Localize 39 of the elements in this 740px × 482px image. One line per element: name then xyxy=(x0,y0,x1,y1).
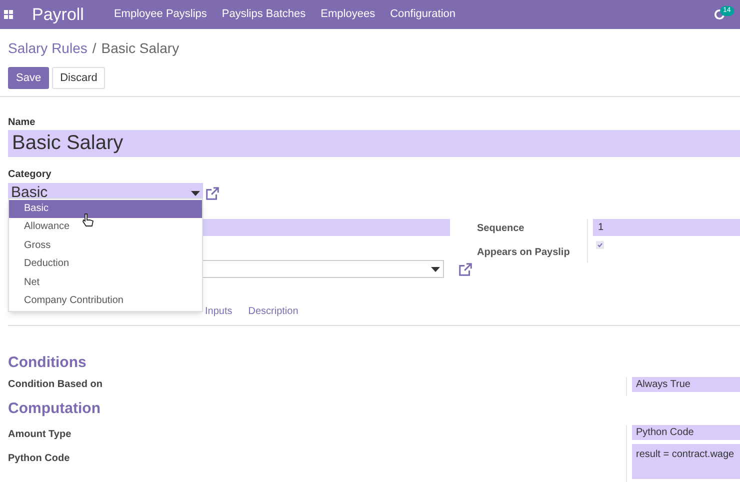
breadcrumb-current: Basic Salary xyxy=(101,39,180,58)
external-link-icon[interactable] xyxy=(458,262,473,276)
field-label: Condition Based on xyxy=(8,378,104,392)
apps-menu-icon[interactable] xyxy=(4,10,13,19)
field-label: Python Code xyxy=(8,452,71,466)
python-code-field[interactable]: result = contract.wage xyxy=(632,444,740,479)
field-label: Appears on Payslip xyxy=(477,246,571,260)
payslip-checkbox[interactable] xyxy=(596,241,604,249)
field-label: Category xyxy=(8,168,52,182)
breadcrumb-link[interactable]: Salary Rules xyxy=(8,38,88,59)
external-link-icon[interactable] xyxy=(205,186,220,201)
caret-icon xyxy=(431,266,440,272)
menu-link[interactable]: Configuration xyxy=(390,6,456,23)
save-button[interactable]: Save xyxy=(8,67,50,89)
menu-link[interactable]: Payslips Batches xyxy=(222,6,306,23)
sequence-field[interactable]: 1 xyxy=(593,219,740,236)
condition-select[interactable]: Always True xyxy=(632,376,740,392)
section-title: Computation xyxy=(8,398,102,418)
name-field[interactable]: Basic Salary xyxy=(8,130,740,157)
section-title: Conditions xyxy=(8,353,88,373)
tab[interactable]: Description xyxy=(243,304,304,325)
hand-cursor-icon xyxy=(82,213,94,227)
menu-link[interactable]: Employee Payslips xyxy=(114,6,207,23)
field-label: Name xyxy=(8,116,36,130)
dropdown-option[interactable]: Company Contribution xyxy=(9,292,202,310)
breadcrumb-separator: / xyxy=(92,39,96,58)
dropdown-option[interactable]: Net xyxy=(9,274,202,292)
tab[interactable]: Inputs xyxy=(200,304,238,325)
dropdown-option[interactable]: Basic xyxy=(9,200,202,218)
dropdown-option[interactable]: Deduction xyxy=(9,255,202,274)
field-label: Amount Type xyxy=(8,428,72,442)
amount-type-select[interactable]: Python Code xyxy=(632,425,740,440)
dropdown-option[interactable]: Gross xyxy=(9,236,202,256)
app-title: Payroll xyxy=(32,4,84,26)
dropdown-option[interactable]: Allowance xyxy=(9,218,202,237)
caret-icon xyxy=(191,191,200,196)
field-label: Sequence xyxy=(477,222,526,236)
discard-button[interactable]: Discard xyxy=(52,67,106,89)
menu-link[interactable]: Employees xyxy=(320,6,376,23)
